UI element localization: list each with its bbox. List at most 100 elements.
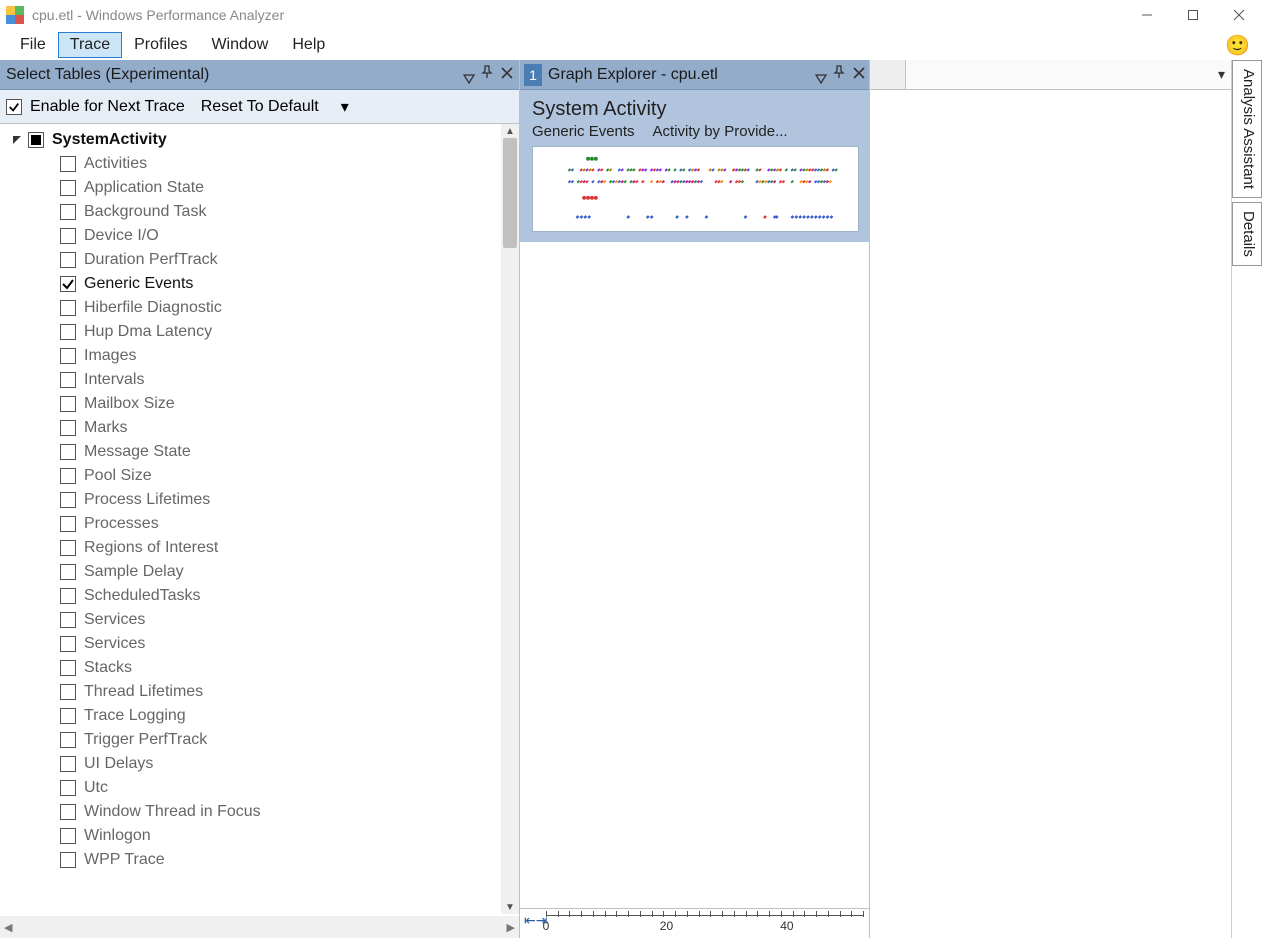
- tree-item-checkbox[interactable]: [60, 492, 76, 508]
- tree-item-checkbox[interactable]: [60, 684, 76, 700]
- expand-icon[interactable]: [10, 133, 24, 147]
- pin-icon[interactable]: [481, 65, 493, 84]
- tree-item-checkbox[interactable]: [60, 252, 76, 268]
- graph-close-icon[interactable]: [853, 66, 865, 84]
- tree-item[interactable]: Window Thread in Focus: [60, 800, 519, 824]
- menu-help[interactable]: Help: [280, 32, 337, 58]
- tree-item[interactable]: Intervals: [60, 368, 519, 392]
- reset-to-default-button[interactable]: Reset To Default: [201, 98, 319, 116]
- tree-item[interactable]: Utc: [60, 776, 519, 800]
- timeline-axis[interactable]: ⇤⇥ 02040: [520, 908, 869, 938]
- tree-vscrollbar[interactable]: ▲ ▼: [501, 124, 519, 914]
- tree-item-checkbox[interactable]: [60, 588, 76, 604]
- tree-item-checkbox[interactable]: [60, 348, 76, 364]
- graph-panel-menu-icon[interactable]: [815, 71, 825, 79]
- graph-card-system-activity[interactable]: System Activity Generic Events Activity …: [520, 90, 869, 242]
- tree-item-checkbox[interactable]: [60, 732, 76, 748]
- tree-item-checkbox[interactable]: [60, 540, 76, 556]
- tree-item[interactable]: Generic Events: [60, 272, 519, 296]
- menu-profiles[interactable]: Profiles: [122, 32, 199, 58]
- graph-pin-icon[interactable]: [833, 65, 845, 84]
- tree-item-checkbox[interactable]: [60, 228, 76, 244]
- close-panel-icon[interactable]: [501, 66, 513, 84]
- tree-item-checkbox[interactable]: [60, 612, 76, 628]
- tree-item[interactable]: Hup Dma Latency: [60, 320, 519, 344]
- scroll-down-icon[interactable]: ▼: [501, 900, 519, 914]
- tree-item[interactable]: Stacks: [60, 656, 519, 680]
- tree-root-systemactivity[interactable]: SystemActivity: [10, 128, 519, 152]
- tree-item[interactable]: Process Lifetimes: [60, 488, 519, 512]
- tree-item-checkbox[interactable]: [60, 708, 76, 724]
- tree-item-checkbox[interactable]: [60, 516, 76, 532]
- tree-item-checkbox[interactable]: [60, 396, 76, 412]
- tree-item[interactable]: UI Delays: [60, 752, 519, 776]
- tree-item[interactable]: Marks: [60, 416, 519, 440]
- tree-item[interactable]: Pool Size: [60, 464, 519, 488]
- tree-item-checkbox[interactable]: [60, 180, 76, 196]
- tree-item-checkbox[interactable]: [60, 852, 76, 868]
- tree-item[interactable]: Thread Lifetimes: [60, 680, 519, 704]
- tab-analysis-assistant[interactable]: Analysis Assistant: [1232, 60, 1262, 198]
- tree-item[interactable]: Mailbox Size: [60, 392, 519, 416]
- tree-item-checkbox[interactable]: [60, 828, 76, 844]
- analysis-dropdown-icon[interactable]: ▾: [1218, 66, 1225, 83]
- tree-item[interactable]: Processes: [60, 512, 519, 536]
- tree-item[interactable]: Images: [60, 344, 519, 368]
- feedback-smiley-icon[interactable]: 🙂: [1225, 33, 1250, 58]
- tree-item[interactable]: Sample Delay: [60, 560, 519, 584]
- menu-window[interactable]: Window: [199, 32, 280, 58]
- select-tables-header[interactable]: Select Tables (Experimental): [0, 60, 519, 90]
- tree-item[interactable]: Winlogon: [60, 824, 519, 848]
- graph-explorer-header[interactable]: 1 Graph Explorer - cpu.etl: [520, 60, 869, 90]
- tree-item[interactable]: Services: [60, 632, 519, 656]
- menu-file[interactable]: File: [8, 32, 58, 58]
- tree-item-checkbox[interactable]: [60, 276, 76, 292]
- tree-item-checkbox[interactable]: [60, 804, 76, 820]
- tree-item[interactable]: Message State: [60, 440, 519, 464]
- tree-item[interactable]: Duration PerfTrack: [60, 248, 519, 272]
- tree-item-checkbox[interactable]: [60, 660, 76, 676]
- tables-tree[interactable]: SystemActivity ActivitiesApplication Sta…: [0, 124, 519, 914]
- tree-item-checkbox[interactable]: [60, 468, 76, 484]
- tree-hscrollbar[interactable]: ◀ ▶: [0, 916, 519, 938]
- tree-item[interactable]: Regions of Interest: [60, 536, 519, 560]
- tree-item-checkbox[interactable]: [60, 636, 76, 652]
- tree-item-checkbox[interactable]: [60, 372, 76, 388]
- scroll-thumb[interactable]: [503, 138, 517, 248]
- hscroll-left-icon[interactable]: ◀: [4, 921, 12, 934]
- graph-sub-generic-events[interactable]: Generic Events: [532, 123, 635, 140]
- close-button[interactable]: [1216, 0, 1262, 30]
- tree-item-checkbox[interactable]: [60, 300, 76, 316]
- tree-item-checkbox[interactable]: [60, 204, 76, 220]
- tree-item[interactable]: Background Task: [60, 200, 519, 224]
- graph-sub-activity-by-provider[interactable]: Activity by Provide...: [653, 123, 788, 140]
- tree-item-checkbox[interactable]: [60, 756, 76, 772]
- tree-item[interactable]: ScheduledTasks: [60, 584, 519, 608]
- reset-dropdown-icon[interactable]: ▾: [341, 97, 349, 117]
- tree-item[interactable]: Trigger PerfTrack: [60, 728, 519, 752]
- hscroll-right-icon[interactable]: ▶: [507, 921, 515, 934]
- tree-item[interactable]: Trace Logging: [60, 704, 519, 728]
- tree-item-checkbox[interactable]: [60, 564, 76, 580]
- maximize-button[interactable]: [1170, 0, 1216, 30]
- tree-item-checkbox[interactable]: [60, 156, 76, 172]
- scroll-up-icon[interactable]: ▲: [501, 124, 519, 138]
- tree-item-checkbox[interactable]: [60, 780, 76, 796]
- enable-next-trace-checkbox[interactable]: [6, 99, 22, 115]
- analysis-tabstrip[interactable]: ▾: [870, 60, 1231, 90]
- tree-item[interactable]: Device I/O: [60, 224, 519, 248]
- tree-item[interactable]: Services: [60, 608, 519, 632]
- tree-item[interactable]: Activities: [60, 152, 519, 176]
- tree-item-checkbox[interactable]: [60, 324, 76, 340]
- tab-details[interactable]: Details: [1232, 202, 1262, 266]
- menu-trace[interactable]: Trace: [58, 32, 122, 58]
- panel-menu-icon[interactable]: [463, 71, 473, 79]
- tree-item[interactable]: WPP Trace: [60, 848, 519, 872]
- tree-item-checkbox[interactable]: [60, 420, 76, 436]
- minimize-button[interactable]: [1124, 0, 1170, 30]
- root-checkbox[interactable]: [28, 132, 44, 148]
- graph-preview-thumbnail[interactable]: [532, 146, 859, 232]
- tree-item[interactable]: Application State: [60, 176, 519, 200]
- tree-item[interactable]: Hiberfile Diagnostic: [60, 296, 519, 320]
- tree-item-checkbox[interactable]: [60, 444, 76, 460]
